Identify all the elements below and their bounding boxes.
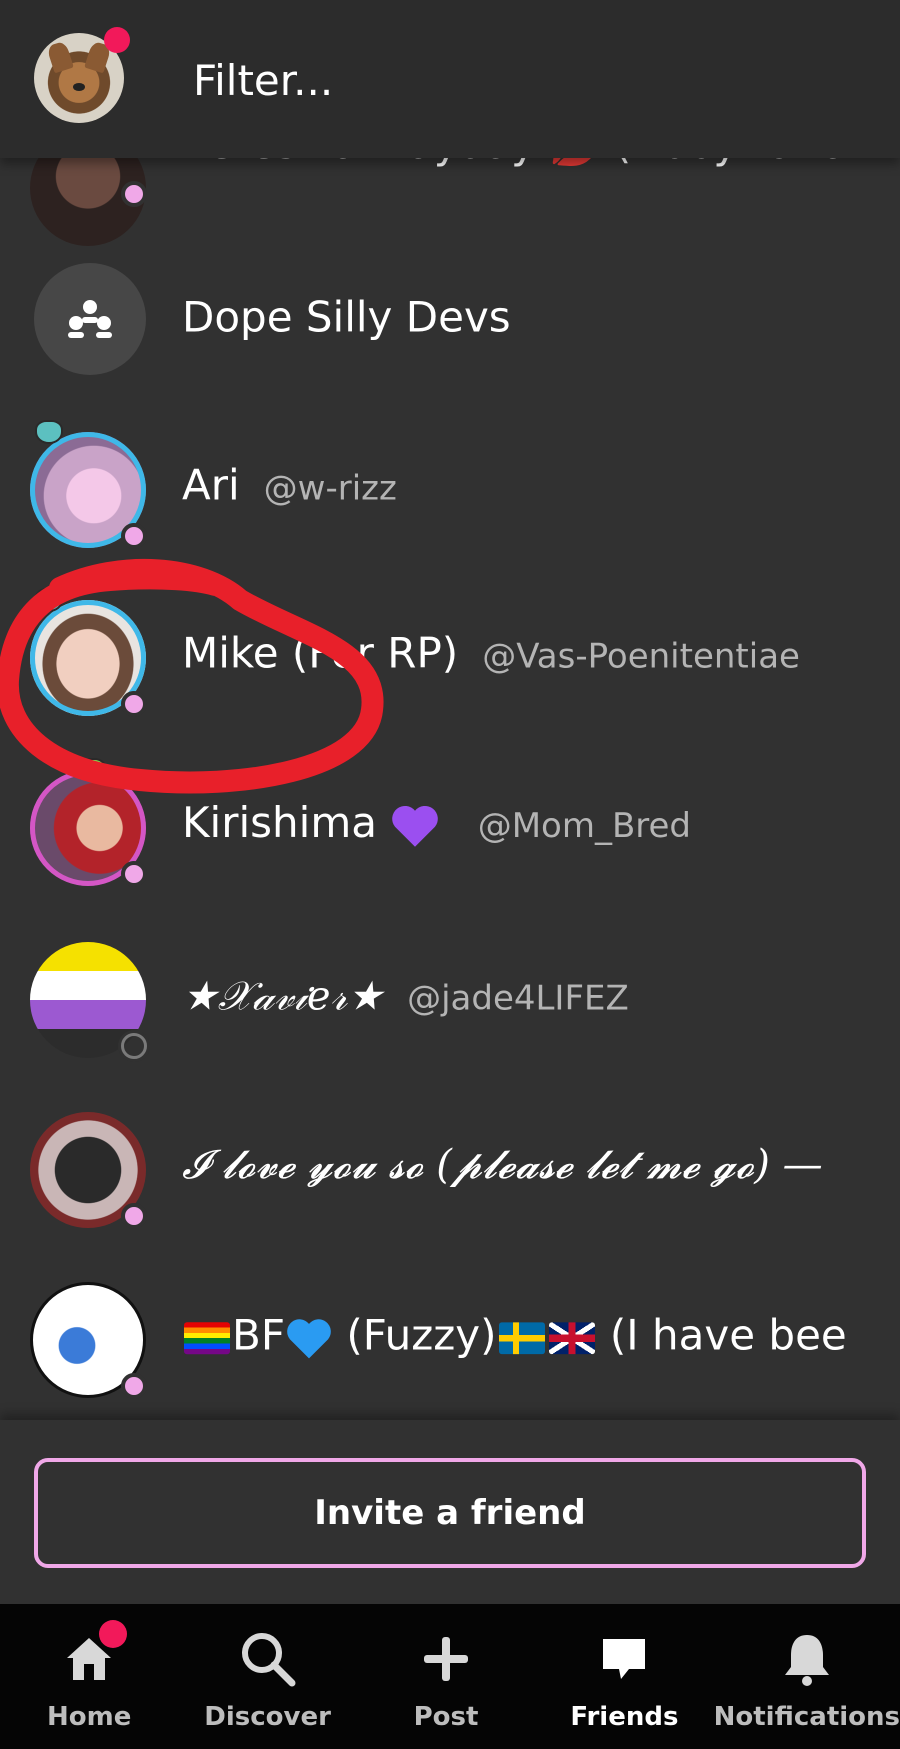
friend-handle: @w-rizz <box>263 468 397 509</box>
rainbow-flag-icon <box>184 1321 230 1354</box>
nav-discover[interactable]: Discover <box>178 1604 356 1749</box>
online-status-dot <box>121 1373 147 1399</box>
notification-dot <box>104 27 130 53</box>
friend-handle: @Vas-Poenitentiae <box>482 636 800 677</box>
friend-name-row: Mike (For RP) @Vas-Poenitentiae <box>182 629 800 678</box>
nav-post[interactable]: Post <box>357 1604 535 1749</box>
list-item[interactable]: ★𝒳𝒶𝓋𝒾𝑒𝓇★ @jade4LIFEZ <box>0 920 900 1070</box>
friend-name-part: (Fuzzy) <box>346 1310 497 1360</box>
friend-name-row: Ari @w-rizz <box>182 461 397 510</box>
nav-label: Discover <box>204 1702 331 1732</box>
friend-name: Mike (For RP) <box>182 628 459 678</box>
invite-area: Invite a friend <box>0 1420 900 1604</box>
list-item[interactable]: Dope Silly Devs <box>0 245 900 395</box>
uk-flag-icon <box>548 1321 595 1354</box>
friend-name-part: (I have bee <box>609 1310 847 1360</box>
list-item[interactable]: 𝓘 𝓵𝓸𝓿𝓮 𝔂𝓸𝓾 𝓼𝓸 (𝓹𝓵𝓮𝓪𝓼𝓮 𝓵𝓮𝓽 𝓶𝓮 𝓰𝓸) — <box>0 1090 900 1240</box>
notification-dot <box>99 1620 128 1648</box>
bottom-nav: Home Discover Post Friends Notifications <box>0 1604 900 1749</box>
group-icon <box>34 263 146 375</box>
avatar-badge-icon <box>35 588 63 612</box>
group-name: Dope Silly Devs <box>182 292 511 342</box>
search-icon <box>240 1628 296 1690</box>
purple-heart-icon <box>392 805 439 847</box>
friend-handle: @Mom_Bred <box>477 805 692 846</box>
online-status-dot <box>121 861 147 887</box>
friend-name-part: BF <box>232 1310 285 1360</box>
friend-name: Ari <box>182 460 240 510</box>
chat-bubble-icon <box>599 1628 649 1690</box>
nav-label: Post <box>413 1702 479 1732</box>
blue-heart-icon <box>287 1318 331 1358</box>
list-item[interactable]: Mike (For RP) @Vas-Poenitentiae <box>0 578 900 728</box>
sweden-flag-icon <box>498 1321 545 1354</box>
list-item[interactable]: Kirishima @Mom_Bred <box>0 748 900 898</box>
top-bar <box>0 0 900 158</box>
friends-screen: Veresika Mayday 💋 (Abby for a Dope Silly… <box>0 0 900 1749</box>
friend-name-row: BF (Fuzzy) (I have bee <box>182 1310 847 1360</box>
bell-icon <box>783 1628 831 1690</box>
nav-label: Home <box>47 1702 132 1732</box>
list-item[interactable]: Ari @w-rizz <box>0 410 900 560</box>
online-status-dot <box>121 523 147 549</box>
avatar-badge-icon <box>35 420 63 444</box>
friend-name-row: ★𝒳𝒶𝓋𝒾𝑒𝓇★ @jade4LIFEZ <box>182 971 629 1020</box>
friend-name-row: Kirishima @Mom_Bred <box>182 798 691 849</box>
invite-friend-button[interactable]: Invite a friend <box>34 1458 866 1568</box>
profile-avatar-button[interactable] <box>34 27 130 123</box>
list-item[interactable]: BF (Fuzzy) (I have bee <box>0 1260 900 1410</box>
home-icon <box>65 1620 128 1690</box>
offline-status-dot <box>121 1033 147 1059</box>
filter-input[interactable] <box>193 52 853 108</box>
nav-notifications[interactable]: Notifications <box>714 1604 900 1749</box>
friend-name: ★𝒳𝒶𝓋𝒾𝑒𝓇★ <box>182 973 384 1020</box>
nav-friends[interactable]: Friends <box>535 1604 713 1749</box>
online-status-dot <box>121 181 147 207</box>
friend-handle: @jade4LIFEZ <box>407 978 629 1019</box>
nav-label: Notifications <box>713 1702 900 1732</box>
friend-name: 𝓘 𝓵𝓸𝓿𝓮 𝔂𝓸𝓾 𝓼𝓸 (𝓹𝓵𝓮𝓪𝓼𝓮 𝓵𝓮𝓽 𝓶𝓮 𝓰𝓸) — <box>182 1142 823 1188</box>
online-status-dot <box>121 1203 147 1229</box>
nav-home[interactable]: Home <box>0 1604 178 1749</box>
avatar-badge-icon <box>78 758 106 782</box>
plus-icon <box>422 1628 470 1690</box>
friend-name: Kirishima <box>182 797 377 847</box>
nav-label: Friends <box>570 1702 679 1732</box>
online-status-dot <box>121 691 147 717</box>
